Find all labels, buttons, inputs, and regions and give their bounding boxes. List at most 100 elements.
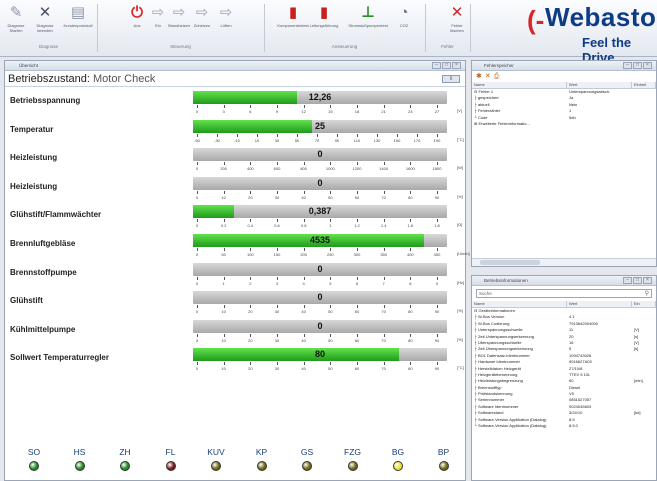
status-led-label: SO [27, 447, 41, 457]
overview-titlebar: Übersicht – □ × [5, 61, 465, 71]
close-button[interactable]: × [643, 277, 652, 284]
scale-tick [377, 133, 378, 137]
scale-tick-label: 2 [249, 280, 252, 286]
status-led: ZH [110, 447, 140, 471]
search-icon[interactable]: ⚲ [645, 290, 649, 297]
scale-tick-label: 1.2 [354, 223, 360, 229]
scale-tick-label: 1.4 [380, 223, 387, 229]
search-input[interactable]: Suche ⚲ [476, 289, 652, 298]
scale-tick-label: 200 [300, 252, 307, 257]
scale-tick [303, 219, 305, 223]
minimize-button[interactable]: – [623, 62, 632, 69]
gauge-label: Heizleistung [10, 181, 58, 191]
scale-tick-label: 0 [195, 309, 199, 315]
scale-tick [357, 190, 358, 194]
scale-tick-label: 20 [248, 194, 253, 200]
maximize-button[interactable]: □ [442, 62, 451, 69]
scale-tick-label: 1400 [379, 166, 389, 172]
maximize-button[interactable]: □ [633, 277, 642, 284]
ribbon-button[interactable]: ⇨ Standheizen [167, 3, 191, 29]
ribbon-button[interactable]: ⇨ Zuheizen [190, 3, 214, 29]
horizontal-scrollbar[interactable] [472, 258, 656, 266]
scale-tick-label: 1800 [432, 166, 442, 172]
close-button[interactable]: × [643, 62, 652, 69]
scale-tick-label: 110 [353, 137, 361, 143]
scale-tick [250, 276, 252, 280]
status-led: GS [292, 447, 322, 471]
tree-row[interactable]: └ Software-Version Applikation (Datalog)… [472, 423, 656, 429]
ribbon-group-label: Ansteuerung [331, 44, 358, 49]
scale-tick [357, 248, 358, 251]
ribbon-button[interactable]: ▮ Leitungsführung [310, 3, 339, 29]
maximize-button[interactable]: □ [633, 62, 642, 69]
gauge-value: 0 [317, 149, 323, 160]
state-expand-button[interactable]: ⇧ [442, 75, 460, 83]
scale-tick [197, 133, 198, 137]
ribbon-button-label: Zuheizen [193, 23, 211, 28]
gauge-value: 0,387 [308, 206, 332, 217]
minimize-button[interactable]: – [432, 62, 441, 69]
ribbon-button[interactable]: ▮ Komponententest [275, 3, 311, 29]
gauge-unit: [W] [457, 165, 463, 171]
scale-tick [357, 305, 358, 309]
tree-row-name: ⊞ Erweiterte Fehlerinformatio... [474, 120, 530, 126]
gauge-label: Kühlmittelpumpe [10, 324, 76, 334]
scale-tick [277, 219, 278, 223]
scale-tick [437, 305, 438, 309]
gauge-row: Kühlmittelpumpe 0 0 10 20 30 40 50 60 70 80 90 [%] [5, 319, 465, 347]
status-led-label: ZH [119, 447, 131, 457]
scale-tick-label: 6 [249, 109, 252, 114]
delete-icon[interactable]: ✕ [485, 73, 494, 80]
scale-tick-label: 150 [273, 252, 281, 257]
scale-tick-label: 350 [380, 252, 387, 257]
scale-tick [437, 219, 438, 223]
print-icon[interactable]: ⎙ [494, 73, 503, 80]
scale-tick-label: 10 [221, 337, 226, 343]
column-name[interactable]: Name [472, 301, 567, 307]
scale-tick-label: 1600 [405, 166, 415, 172]
scale-tick [330, 362, 332, 366]
column-name[interactable]: Name [472, 82, 567, 88]
gauge-value: 4535 [309, 235, 331, 245]
scale-tick [410, 333, 412, 337]
scale-tick-label: 7 [382, 280, 385, 286]
gauge-label: Glühstift/Flammwächter [10, 210, 102, 220]
ribbon-button[interactable]: ⇨ Lüften [214, 3, 238, 29]
overview-title: Übersicht [19, 63, 39, 68]
column-value[interactable]: Wert [567, 82, 632, 88]
scale-tick-label: 1200 [352, 166, 362, 172]
scale-tick-label: 450 [433, 252, 441, 257]
operating-info-title: Betriebsinformationen [484, 278, 528, 283]
scale-tick-label: 24 [408, 109, 413, 114]
scale-tick [357, 219, 358, 223]
scale-tick-label: 10 [221, 366, 226, 372]
column-value[interactable]: Wert [567, 301, 632, 307]
tree-row[interactable]: ⊞ Erweiterte Fehlerinformatio... [472, 121, 656, 127]
ribbon-button-label: Aus [133, 23, 141, 28]
scroll-thumb[interactable] [480, 260, 540, 265]
tree-row-name: └ Software-Version Applikation (Datalog) [474, 423, 547, 429]
column-unit[interactable]: Einheit [632, 82, 656, 88]
read-icon[interactable]: ✱ [476, 73, 485, 80]
ribbon-button[interactable]: ✎ Diagnose Starten [4, 3, 28, 34]
scale-tick [357, 133, 358, 137]
scale-tick [237, 133, 238, 137]
gauge-label: Betriebsspannung [10, 96, 81, 105]
led-indicator-icon [74, 461, 85, 471]
wrench-icon: ✎ [9, 3, 23, 21]
gauge-bar: 25 [193, 119, 447, 133]
ribbon-button[interactable]: ⊥ Stromstoßpumpentest [348, 3, 387, 29]
column-unit[interactable]: Ein [632, 301, 656, 307]
ribbon-button[interactable]: ◔ CO2 [392, 3, 416, 29]
group-separator [470, 4, 471, 52]
ribbon-button[interactable]: ✕ Diagnose beenden [33, 3, 57, 34]
close-button[interactable]: × [452, 62, 461, 69]
ribbon-button[interactable]: ▤ Kundenprotokoll [64, 3, 93, 29]
scale-tick [437, 162, 438, 166]
gauge-row: Brennstoffpumpe 0 0 1 2 3 4 5 6 7 8 9 [Hz] [5, 262, 465, 290]
arrow-icon: ⇨ [172, 3, 186, 21]
info-columns: Name Wert Ein [472, 301, 656, 308]
brand-logo: Webasto [545, 2, 657, 32]
ribbon-button[interactable]: ✕ Fehler löschen [445, 3, 469, 34]
minimize-button[interactable]: – [623, 277, 632, 284]
